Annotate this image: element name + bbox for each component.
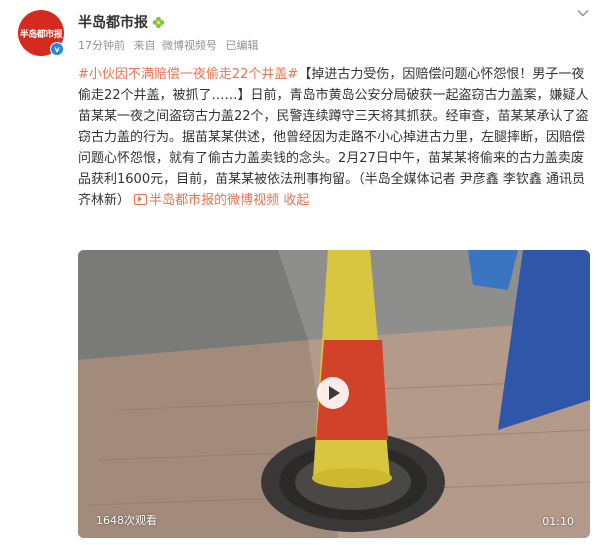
author-name[interactable]: 半岛都市报 <box>78 12 148 32</box>
post-source[interactable]: 微博视频号 <box>162 39 217 52</box>
post-author[interactable]: 半岛都市报 <box>78 12 165 32</box>
post-body: 【掉进古力受伤，因赔偿问题心怀怨恨！男子一夜偷走22个井盖，被抓了……】日前，青… <box>78 67 589 208</box>
post-meta: 17分钟前 来自 微博视频号 已编辑 <box>78 37 259 53</box>
video-duration: 01:10 <box>542 515 574 528</box>
collapse-link[interactable]: 收起 <box>283 193 309 208</box>
verified-icon: v <box>50 42 64 56</box>
chevron-down-icon[interactable] <box>576 6 590 20</box>
video-link-icon <box>134 194 148 205</box>
source-prefix: 来自 <box>133 39 156 52</box>
post-time[interactable]: 17分钟前 <box>78 39 125 52</box>
hashtag-link[interactable]: #小伙因不满赔偿一夜偷走22个井盖# <box>78 67 298 82</box>
avatar-logo-text: 半岛都市报 <box>19 29 63 40</box>
edited-label: 已编辑 <box>225 39 259 52</box>
post-text: #小伙因不满赔偿一夜偷走22个井盖#【掉进古力受伤，因赔偿问题心怀怨恨！男子一夜… <box>78 64 590 211</box>
flower-icon <box>152 16 165 28</box>
video-player[interactable]: 1648次观看 01:10 <box>78 250 590 538</box>
video-link[interactable]: 半岛都市报的微博视频 <box>134 193 279 208</box>
video-link-text[interactable]: 半岛都市报的微博视频 <box>149 193 279 208</box>
play-icon[interactable] <box>317 377 349 409</box>
view-count: 1648次观看 <box>96 514 157 527</box>
